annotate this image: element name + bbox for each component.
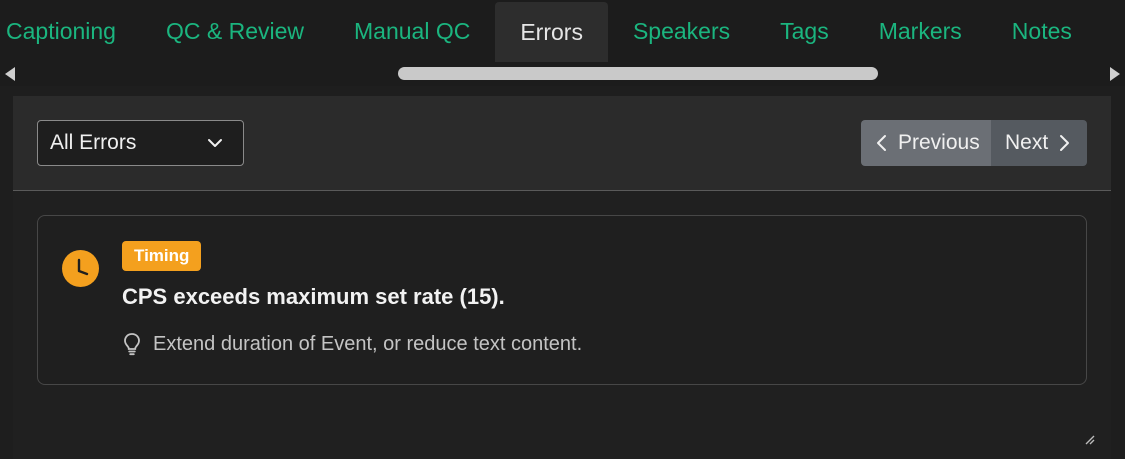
error-suggestion: Extend duration of Event, or reduce text… <box>122 332 582 356</box>
error-pager: Previous Next <box>861 120 1087 166</box>
tab-scrollbar[interactable] <box>0 62 1125 86</box>
previous-label: Previous <box>898 131 980 154</box>
next-label: Next <box>1005 131 1049 154</box>
error-category-badge: Timing <box>122 241 202 271</box>
tab-qc-review[interactable]: QC & Review <box>141 0 329 62</box>
tab-manual-qc[interactable]: Manual QC <box>329 0 495 62</box>
errors-panel: All Errors Previous Next Timing CPS exce… <box>13 96 1111 459</box>
chevron-right-icon <box>1060 135 1070 151</box>
scrollbar-thumb[interactable] <box>398 67 878 80</box>
suggestion-text: Extend duration of Event, or reduce text… <box>153 332 583 355</box>
error-filter-select[interactable]: All Errors <box>37 120 244 166</box>
tab-bar: Captioning QC & Review Manual QC Errors … <box>0 0 1125 62</box>
lightbulb-icon <box>124 333 140 356</box>
error-message: CPS exceeds maximum set rate (15). <box>122 284 505 309</box>
tab-tags[interactable]: Tags <box>755 0 854 62</box>
tab-captioning[interactable]: Captioning <box>0 0 141 62</box>
chevron-left-icon <box>877 135 886 151</box>
error-card[interactable]: Timing CPS exceeds maximum set rate (15)… <box>37 215 1087 385</box>
previous-button[interactable]: Previous <box>861 120 991 166</box>
chevron-down-icon <box>208 139 222 147</box>
app-window: Captioning QC & Review Manual QC Errors … <box>0 0 1125 459</box>
tab-errors[interactable]: Errors <box>495 2 608 62</box>
next-button[interactable]: Next <box>991 120 1087 166</box>
tab-markers[interactable]: Markers <box>854 0 987 62</box>
tab-speakers[interactable]: Speakers <box>608 0 755 62</box>
errors-toolbar: All Errors Previous Next <box>13 96 1111 191</box>
scroll-right-arrow-icon[interactable] <box>1110 67 1120 81</box>
error-filter-value: All Errors <box>50 131 137 154</box>
scroll-left-arrow-icon[interactable] <box>5 67 15 81</box>
tab-notes[interactable]: Notes <box>987 0 1097 62</box>
resize-handle-icon[interactable] <box>1083 433 1095 445</box>
clock-icon <box>62 250 99 287</box>
